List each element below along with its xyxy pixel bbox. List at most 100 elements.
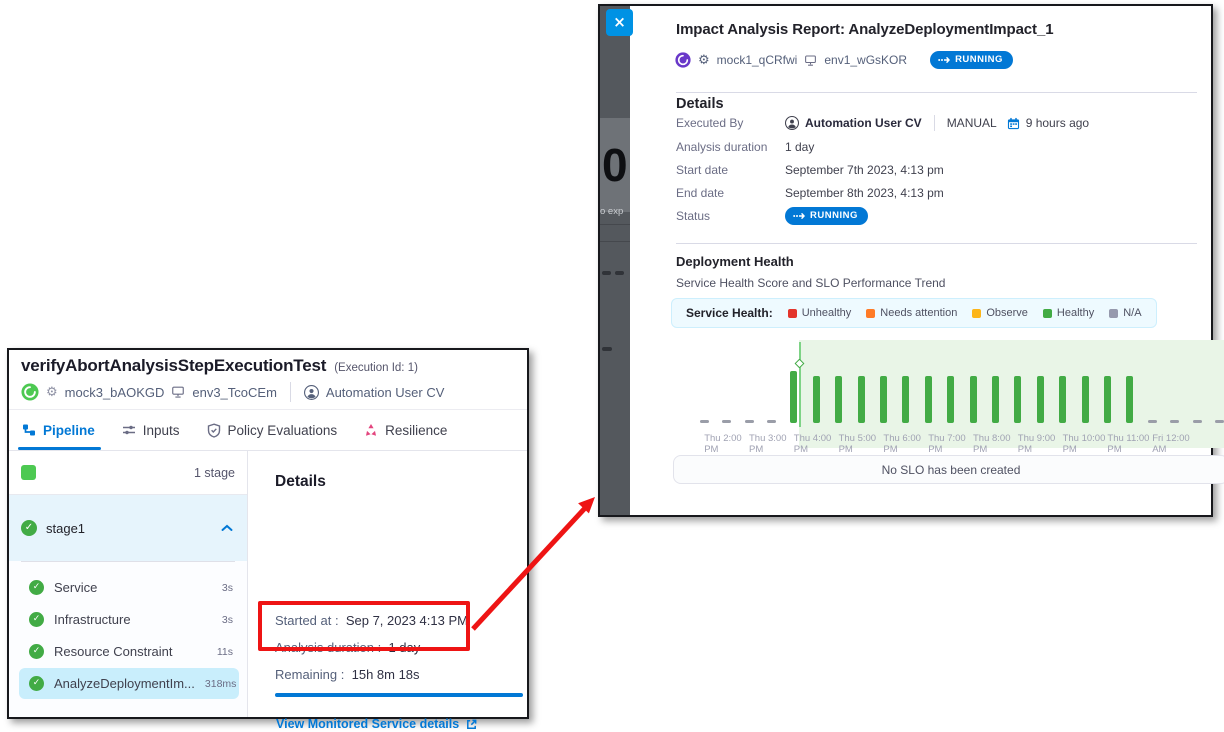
shield-check-icon bbox=[207, 423, 221, 438]
background-overlay-strip: 0 o exp bbox=[600, 6, 630, 515]
section-divider bbox=[676, 243, 1197, 244]
legend-item-unhealthy: Unhealthy bbox=[788, 307, 852, 319]
x-tick-label: Thu 11:00 PM bbox=[1107, 433, 1149, 455]
screenshot-canvas: verifyAbortAnalysisStepExecutionTest (Ex… bbox=[0, 0, 1224, 732]
deployment-health-subtitle: Service Health Score and SLO Performance… bbox=[676, 276, 945, 290]
started-at-line: Started at : Sep 7, 2023 4:13 PM bbox=[275, 613, 468, 628]
service-health-legend: Service Health: Unhealthy Needs attention… bbox=[671, 298, 1157, 328]
tab-resilience[interactable]: Resilience bbox=[364, 410, 447, 450]
health-bar[interactable] bbox=[790, 371, 797, 423]
step-success-icon: ✓ bbox=[29, 612, 44, 627]
start-date-row: Start date September 7th 2023, 4:13 pm bbox=[676, 163, 944, 177]
x-tick-label: Thu 3:00 PM bbox=[749, 433, 787, 455]
legend-item-observe: Observe bbox=[972, 307, 1028, 319]
x-tick-label: Thu 2:00 PM bbox=[704, 433, 742, 455]
health-bar[interactable] bbox=[858, 376, 865, 423]
na-marker bbox=[722, 420, 731, 424]
stage-name: stage1 bbox=[46, 521, 85, 536]
stage-count-label: 1 stage bbox=[194, 466, 235, 480]
environment-icon bbox=[171, 385, 185, 399]
details-heading: Details bbox=[275, 473, 527, 491]
stage-summary-row: 1 stage bbox=[9, 451, 247, 495]
x-tick-label: Thu 8:00 PM bbox=[973, 433, 1011, 455]
health-bar[interactable] bbox=[1082, 376, 1089, 423]
step-success-icon: ✓ bbox=[29, 644, 44, 659]
health-bar[interactable] bbox=[970, 376, 977, 423]
status-badge: RUNNING bbox=[785, 207, 868, 225]
user-icon bbox=[304, 385, 319, 400]
status-badge: RUNNING bbox=[930, 51, 1013, 69]
deployment-health-heading: Deployment Health bbox=[676, 254, 794, 269]
execution-details: Details Started at : Sep 7, 2023 4:13 PM… bbox=[248, 451, 527, 717]
x-tick-label: Thu 6:00 PM bbox=[883, 433, 921, 455]
x-tick-label: Thu 4:00 PM bbox=[794, 433, 832, 455]
execution-tabs: Pipeline Inputs Policy Evaluations Resilien… bbox=[9, 409, 527, 451]
tab-policy-evaluations[interactable]: Policy Evaluations bbox=[207, 410, 338, 450]
health-bar[interactable] bbox=[1059, 376, 1066, 423]
stage-status-square-icon bbox=[21, 465, 36, 480]
step-success-icon: ✓ bbox=[29, 580, 44, 595]
stage-row[interactable]: ✓ stage1 bbox=[9, 495, 247, 561]
x-tick-label: Thu 5:00 PM bbox=[839, 433, 877, 455]
view-monitored-service-link[interactable]: View Monitored Service details bbox=[276, 717, 478, 731]
health-bar[interactable] bbox=[925, 376, 932, 423]
environment-tag[interactable]: env3_TcoCEm bbox=[192, 385, 277, 400]
legend-swatch-icon bbox=[972, 309, 981, 318]
tab-label: Policy Evaluations bbox=[228, 423, 338, 438]
slo-message-box: No SLO has been created bbox=[673, 455, 1224, 484]
report-drawer: Impact Analysis Report: AnalyzeDeploymen… bbox=[630, 6, 1211, 515]
analysis-start-line bbox=[799, 342, 801, 427]
trigger-type: MANUAL bbox=[947, 116, 997, 130]
na-marker bbox=[767, 420, 776, 424]
health-bar[interactable] bbox=[880, 376, 887, 423]
health-bar[interactable] bbox=[1104, 376, 1111, 423]
health-bar[interactable] bbox=[1014, 376, 1021, 423]
na-marker bbox=[700, 420, 709, 424]
monitored-service-icon bbox=[675, 52, 691, 68]
tab-label: Resilience bbox=[385, 423, 447, 438]
stage-column: 1 stage ✓ stage1 ✓Service3s✓Infrastructu… bbox=[9, 451, 248, 717]
environment-icon bbox=[804, 54, 817, 67]
tab-inputs[interactable]: Inputs bbox=[122, 410, 180, 450]
service-tag[interactable]: mock3_bAOKGD bbox=[65, 385, 165, 400]
meta-divider bbox=[934, 115, 935, 131]
resilience-icon bbox=[364, 423, 378, 437]
execution-title-row: verifyAbortAnalysisStepExecutionTest (Ex… bbox=[21, 356, 418, 376]
tab-pipeline[interactable]: Pipeline bbox=[22, 410, 95, 450]
health-bar[interactable] bbox=[1037, 376, 1044, 423]
health-bar[interactable] bbox=[992, 376, 999, 423]
analysis-progress-bar bbox=[275, 693, 523, 697]
health-bar[interactable] bbox=[835, 376, 842, 423]
step-row-2[interactable]: ✓Infrastructure3s bbox=[19, 604, 239, 635]
legend-swatch-icon bbox=[866, 309, 875, 318]
user-icon bbox=[785, 116, 799, 130]
remaining-line: Remaining : 15h 8m 18s bbox=[275, 667, 420, 682]
x-tick-label: Thu 9:00 PM bbox=[1018, 433, 1056, 455]
status-row: Status RUNNING bbox=[676, 207, 868, 225]
service-tag[interactable]: mock1_qCRfwi bbox=[717, 53, 798, 67]
legend-item-n-a: N/A bbox=[1109, 307, 1141, 319]
environment-tag[interactable]: env1_wGsKOR bbox=[824, 53, 907, 67]
background-line bbox=[600, 241, 630, 242]
na-marker bbox=[1193, 420, 1202, 424]
meta-divider bbox=[290, 382, 291, 402]
close-icon[interactable]: × bbox=[606, 9, 633, 36]
calendar-icon bbox=[1007, 117, 1020, 130]
step-row-1[interactable]: ✓Service3s bbox=[19, 572, 239, 603]
step-row-4[interactable]: ✓AnalyzeDeploymentIm...318ms bbox=[19, 668, 239, 699]
background-dash bbox=[602, 271, 611, 275]
tab-label: Pipeline bbox=[43, 423, 95, 438]
health-bar[interactable] bbox=[1126, 376, 1133, 423]
health-bar[interactable] bbox=[947, 376, 954, 423]
step-name: Resource Constraint bbox=[54, 644, 173, 659]
running-icon bbox=[793, 212, 805, 220]
analysis-duration-line: Analysis duration : 1 day bbox=[275, 640, 420, 655]
execution-body: 1 stage ✓ stage1 ✓Service3s✓Infrastructu… bbox=[9, 451, 527, 717]
chevron-up-icon[interactable] bbox=[221, 524, 233, 532]
x-tick-label: Thu 10:00 PM bbox=[1063, 433, 1106, 455]
health-bar[interactable] bbox=[902, 376, 909, 423]
legend-item-needs-attention: Needs attention bbox=[866, 307, 957, 319]
legend-title: Service Health: bbox=[686, 306, 773, 320]
step-row-3[interactable]: ✓Resource Constraint11s bbox=[19, 636, 239, 667]
health-bar[interactable] bbox=[813, 376, 820, 423]
